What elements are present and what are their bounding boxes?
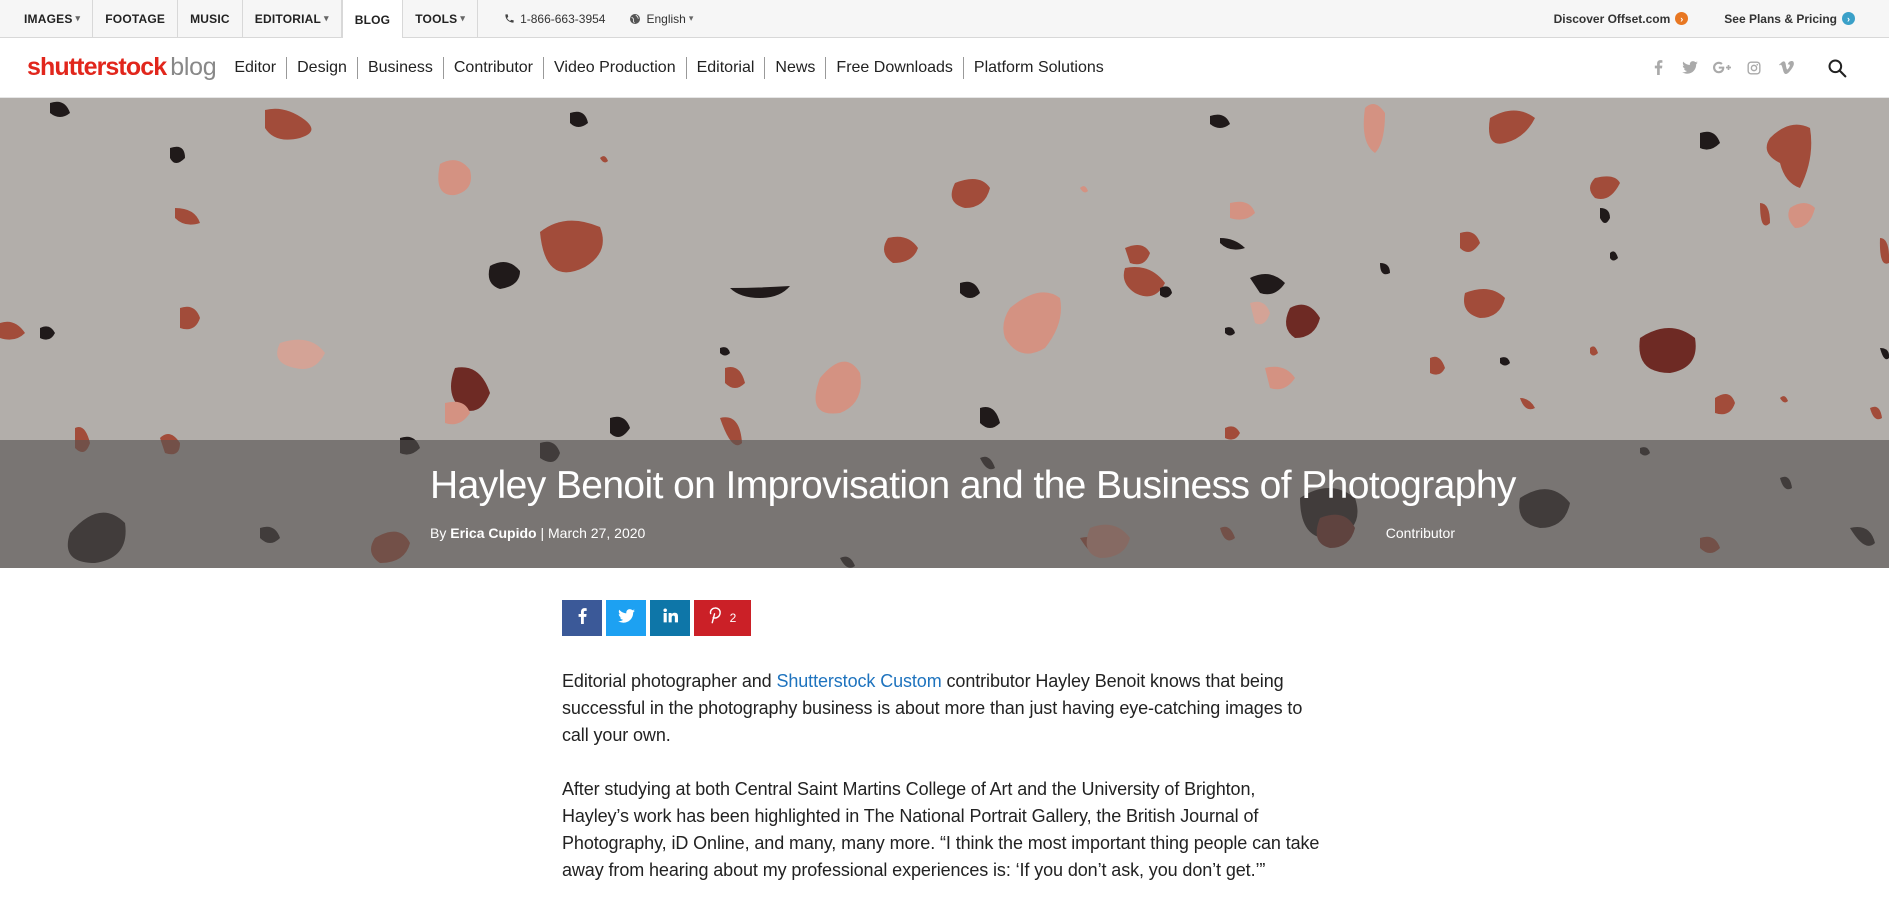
language-select[interactable]: English ▾ xyxy=(617,0,705,37)
article-category-link[interactable]: Contributor xyxy=(1386,525,1455,541)
article-paragraph: Editorial photographer and Shutterstock … xyxy=(562,668,1322,749)
shutterstock-custom-link[interactable]: Shutterstock Custom xyxy=(776,671,941,691)
category-platform-solutions[interactable]: Platform Solutions xyxy=(964,57,1114,79)
category-contributor[interactable]: Contributor xyxy=(444,56,545,79)
article-title: Hayley Benoit on Improvisation and the B… xyxy=(430,464,1516,507)
phone-number[interactable]: 1-866-663-3954 xyxy=(478,0,617,37)
instagram-icon[interactable] xyxy=(1745,59,1763,77)
social-links xyxy=(1635,59,1795,77)
vimeo-icon[interactable] xyxy=(1777,59,1795,77)
article-byline: By Erica Cupido | March 27, 2020 xyxy=(430,525,645,541)
logo-wordmark: shutterstock xyxy=(27,53,167,81)
pinterest-share-count: 2 xyxy=(729,611,737,625)
facebook-icon[interactable] xyxy=(1649,59,1667,77)
top-nav-label: FOOTAGE xyxy=(105,11,166,26)
utility-bar: IMAGES ▾ FOOTAGE MUSIC EDITORIAL ▾ BLOG TO… xyxy=(0,0,1889,39)
top-nav-images[interactable]: IMAGES ▾ xyxy=(0,0,94,37)
chevron-down-icon: ▾ xyxy=(688,13,694,23)
twitter-icon[interactable] xyxy=(1681,59,1699,77)
share-pinterest-button[interactable]: 2 xyxy=(694,600,751,636)
top-nav-editorial[interactable]: EDITORIAL ▾ xyxy=(243,0,342,37)
share-facebook-button[interactable] xyxy=(562,600,602,636)
facebook-icon xyxy=(578,607,587,629)
top-nav-label: MUSIC xyxy=(190,11,230,26)
category-editor[interactable]: Editor xyxy=(224,56,288,79)
discover-offset-label: Discover Offset.com xyxy=(1553,11,1671,26)
arrow-right-icon: › xyxy=(1675,12,1689,25)
discover-offset-link[interactable]: Discover Offset.com › xyxy=(1554,12,1689,26)
category-free-downloads[interactable]: Free Downloads xyxy=(826,56,964,79)
chevron-down-icon: ▾ xyxy=(460,13,466,23)
share-twitter-button[interactable] xyxy=(606,600,646,636)
plans-pricing-label: See Plans & Pricing xyxy=(1724,11,1837,26)
article-body: Editorial photographer and Shutterstock … xyxy=(562,668,1322,897)
category-news[interactable]: News xyxy=(765,56,827,79)
top-nav-footage[interactable]: FOOTAGE xyxy=(93,0,179,37)
category-editorial[interactable]: Editorial xyxy=(687,56,766,79)
shutterstock-blog-logo[interactable]: shutterstock blog xyxy=(0,53,217,82)
main-nav: shutterstock blog Editor Design Business… xyxy=(0,38,1889,98)
phone-text: 1-866-663-3954 xyxy=(520,11,606,26)
article-paragraph: After studying at both Central Saint Mar… xyxy=(562,779,1320,880)
share-buttons: 2 xyxy=(562,600,755,636)
linkedin-icon xyxy=(662,608,678,628)
top-nav-music[interactable]: MUSIC xyxy=(178,0,243,37)
chevron-down-icon: ▾ xyxy=(75,13,81,23)
top-nav-label: EDITORIAL xyxy=(254,11,322,26)
category-nav: Editor Design Business Contributor Video… xyxy=(224,56,1114,79)
share-linkedin-button[interactable] xyxy=(650,600,690,636)
google-plus-icon[interactable] xyxy=(1713,59,1731,77)
pinterest-icon xyxy=(709,607,722,629)
category-business[interactable]: Business xyxy=(358,56,444,79)
top-nav-label: BLOG xyxy=(354,12,391,27)
globe-icon xyxy=(629,13,641,25)
top-nav-label: IMAGES xyxy=(24,11,73,26)
twitter-icon xyxy=(617,608,635,628)
search-icon[interactable] xyxy=(1827,58,1847,78)
byline-separator: | xyxy=(540,525,545,541)
top-nav: IMAGES ▾ FOOTAGE MUSIC EDITORIAL ▾ BLOG TO… xyxy=(0,0,479,39)
plans-pricing-link[interactable]: See Plans & Pricing › xyxy=(1724,12,1855,26)
byline-by: By xyxy=(430,525,447,541)
article-date: March 27, 2020 xyxy=(548,525,646,541)
top-nav-tools[interactable]: TOOLS ▾ xyxy=(403,0,479,37)
chevron-down-icon: ▾ xyxy=(324,13,329,23)
category-design[interactable]: Design xyxy=(287,56,358,79)
logo-blog-suffix: blog xyxy=(170,53,217,81)
author-link[interactable]: Erica Cupido xyxy=(450,525,536,541)
top-nav-label: TOOLS xyxy=(415,11,458,26)
paragraph-text: Editorial photographer and xyxy=(562,671,777,691)
top-right-links: Discover Offset.com › See Plans & Pricin… xyxy=(1518,0,1889,37)
arrow-right-icon: › xyxy=(1842,12,1855,25)
phone-icon xyxy=(504,13,515,24)
hero-banner: Hayley Benoit on Improvisation and the B… xyxy=(0,98,1889,568)
category-video-production[interactable]: Video Production xyxy=(544,56,687,79)
language-label: English xyxy=(646,11,686,26)
top-nav-blog[interactable]: BLOG xyxy=(341,0,404,39)
